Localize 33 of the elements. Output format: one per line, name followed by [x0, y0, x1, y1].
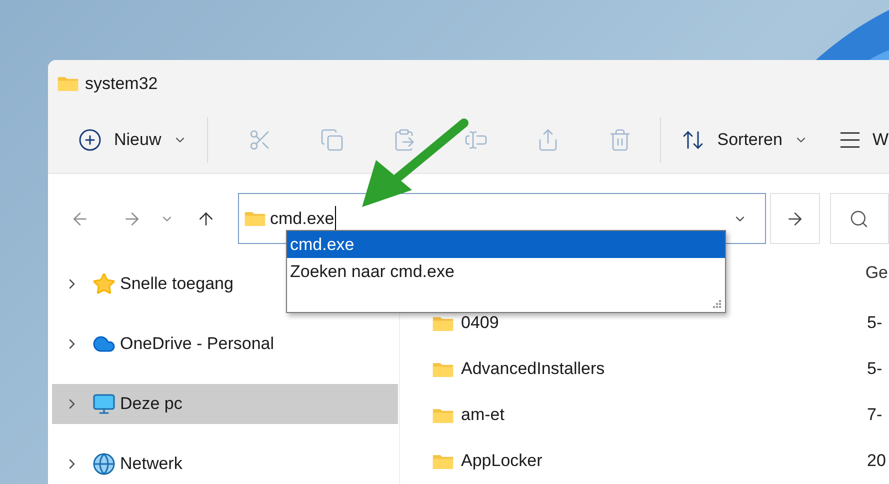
table-cell-text: 7- — [867, 404, 884, 426]
table-cell-text: 20 — [867, 450, 887, 472]
search-icon — [849, 208, 869, 228]
file-name[interactable]: am-et — [461, 402, 504, 428]
plus-icon — [78, 128, 102, 152]
sidebar-item[interactable]: OneDrive - Personal — [52, 324, 398, 364]
file-name[interactable]: AdvancedInstallers — [461, 356, 605, 382]
table-cell-text: 5- — [867, 312, 884, 334]
suggestion-item[interactable]: Zoeken naar cmd.exe — [287, 258, 725, 285]
folder-icon — [432, 314, 454, 332]
table-cell-text: 5- — [867, 358, 884, 380]
file-name[interactable]: AppLocker — [461, 448, 542, 474]
search-field[interactable] — [830, 193, 889, 244]
sidebar-item[interactable]: Netwerk — [52, 444, 398, 484]
star-icon — [92, 272, 116, 296]
sidebar-item[interactable]: Deze pc — [52, 384, 398, 424]
delete-icon — [608, 128, 632, 152]
view-button[interactable]: W — [838, 127, 888, 153]
folder-icon — [432, 406, 454, 424]
folder-icon — [432, 452, 454, 470]
new-button[interactable]: Nieuw — [78, 127, 188, 153]
window-title: system32 — [85, 72, 158, 95]
folder-icon — [244, 210, 266, 227]
monitor-icon — [92, 392, 116, 416]
folder-icon — [57, 74, 79, 92]
globe-icon — [92, 452, 116, 476]
folder-icon — [432, 360, 454, 378]
resize-grip-icon — [712, 299, 722, 309]
suggestion-item[interactable]: cmd.exe — [287, 231, 725, 258]
column-header[interactable]: Ge — [865, 260, 888, 286]
file-name[interactable]: 0409 — [461, 310, 499, 336]
copy-icon — [320, 128, 344, 152]
sort-button[interactable]: Sorteren — [681, 127, 808, 153]
